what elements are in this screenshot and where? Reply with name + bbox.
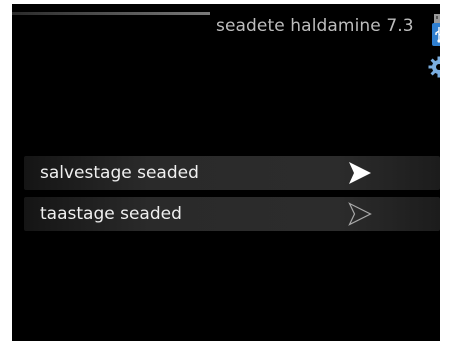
arrow-right-filled-icon [349,162,371,184]
menu-item-restore-settings[interactable]: taastage seaded [24,197,440,231]
usb-icon [432,14,440,46]
menu-item-save-settings[interactable]: salvestage seaded [24,156,440,190]
header-divider [12,12,210,15]
menu-item-label: salvestage seaded [40,163,199,183]
gear-icon [428,56,440,78]
display-screen: seadete haldamine 7.3 salvestage seaded … [12,4,440,341]
arrow-right-outline-icon [348,202,372,226]
menu-item-label: taastage seaded [40,204,182,224]
page-title: seadete haldamine 7.3 [216,16,414,36]
